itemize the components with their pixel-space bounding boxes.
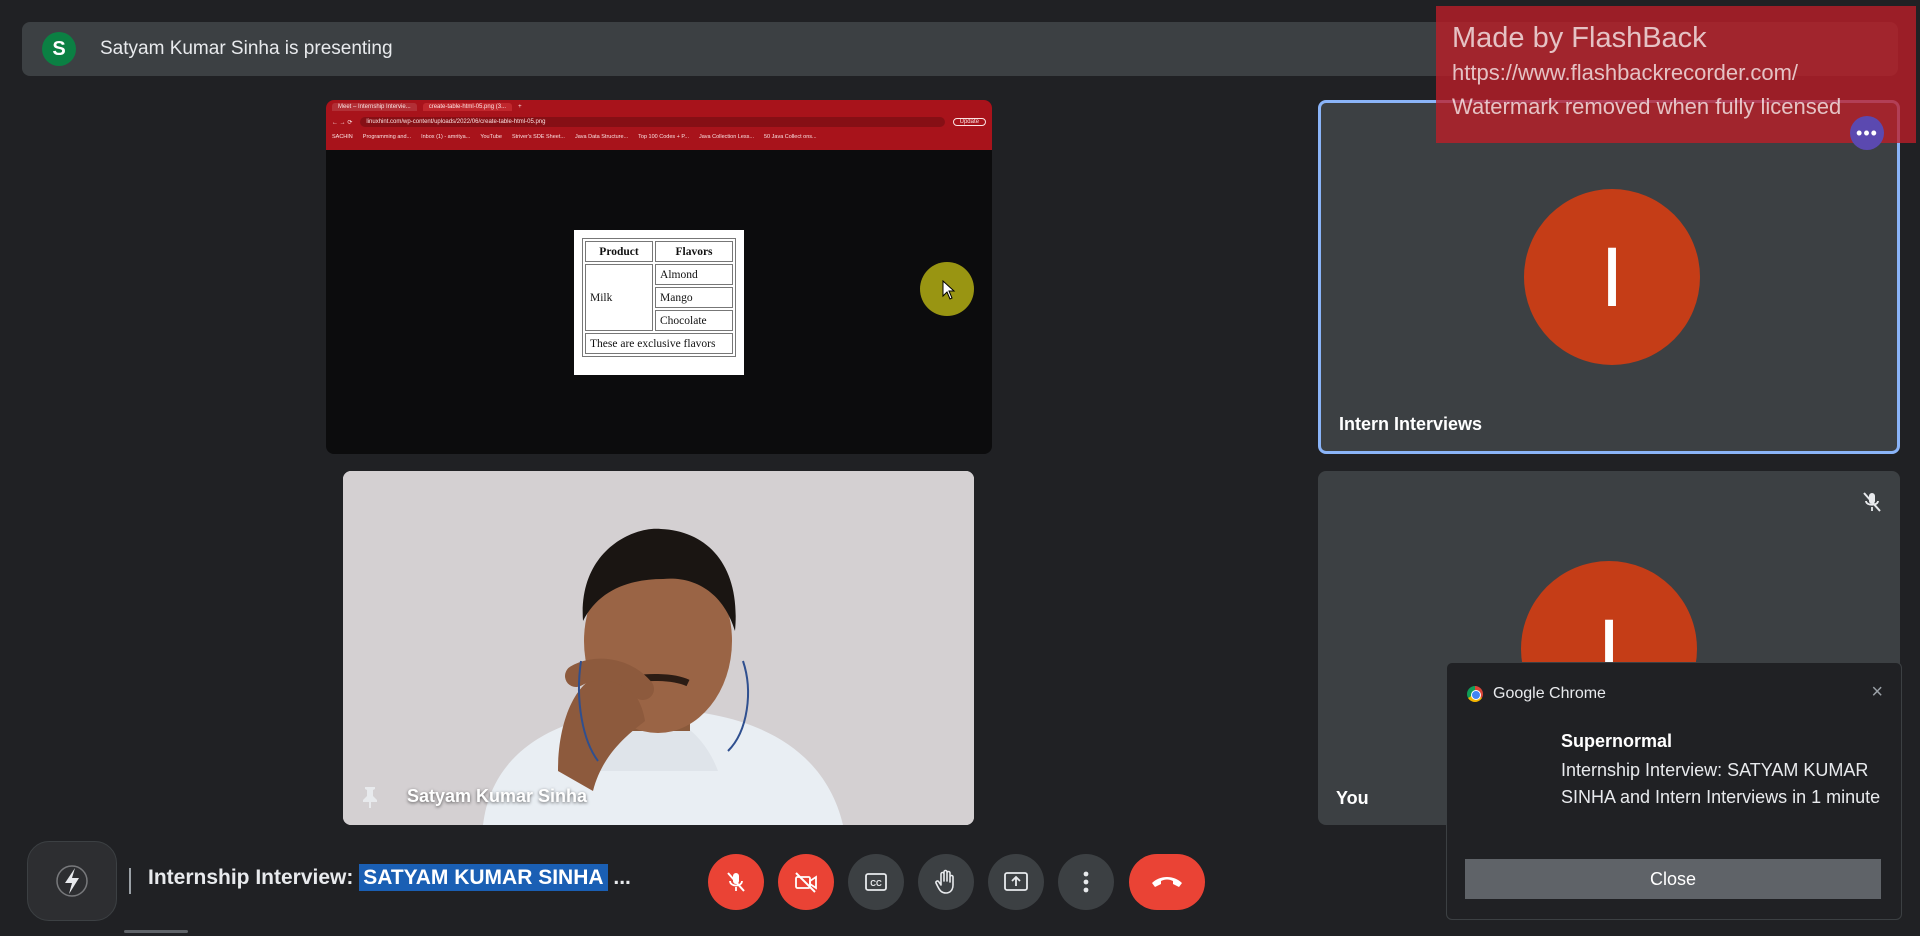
notification-close-button[interactable]: Close — [1465, 859, 1881, 899]
raise-hand-button[interactable] — [918, 854, 974, 910]
camera-toggle-button[interactable] — [778, 854, 834, 910]
notification-title: Supernormal — [1561, 731, 1673, 751]
shared-browser-chrome: Meet – Internship Intervie... create-tab… — [326, 100, 992, 150]
participant-tile-intern-interviews[interactable]: I Intern Interviews — [1318, 100, 1900, 454]
notification-body: Internship Interview: SATYAM KUMAR SINHA… — [1561, 760, 1881, 807]
phone-hangup-icon — [1152, 877, 1182, 887]
camera-off-icon — [795, 872, 817, 893]
shared-tab-2: create-table-html-05.png (3... — [422, 103, 513, 111]
participant-name: Intern Interviews — [1339, 414, 1483, 434]
table-header-product: Product — [585, 241, 654, 262]
present-screen-button[interactable] — [988, 854, 1044, 910]
table-cell-flavor: Almond — [655, 264, 733, 285]
tile-more-options-icon[interactable]: ••• — [1850, 116, 1884, 150]
shared-screen-tile[interactable]: Meet – Internship Intervie... create-tab… — [326, 100, 992, 454]
participant-name: You — [1336, 788, 1369, 808]
participant-name: Satyam Kumar Sinha — [407, 786, 588, 806]
presenting-text: Satyam Kumar Sinha is presenting — [100, 38, 393, 59]
shared-url: linuxhint.com/wp-content/uploads/2022/06… — [360, 117, 945, 127]
close-icon[interactable]: × — [1871, 681, 1883, 704]
participant-video-image — [343, 471, 974, 825]
svg-text:CC: CC — [870, 879, 882, 888]
captions-icon: CC — [865, 873, 887, 891]
shared-tab-1: Meet – Internship Intervie... — [332, 103, 417, 111]
participant-video-tile[interactable]: Satyam Kumar Sinha — [343, 471, 974, 825]
bottom-scroll-indicator — [124, 930, 188, 933]
bolt-icon — [56, 865, 88, 897]
shared-update-pill: Update — [952, 118, 986, 126]
table-footer-cell: These are exclusive flavors — [585, 333, 733, 354]
app-launcher-badge[interactable] — [27, 841, 117, 921]
more-options-button[interactable] — [1058, 854, 1114, 910]
mic-off-icon — [727, 872, 745, 892]
meet-window: S Satyam Kumar Sinha is presenting Meet … — [0, 0, 1920, 936]
meeting-title-highlight: SATYAM KUMAR SINHA — [359, 864, 608, 891]
shared-bookmarks: SACHIN Programming and... Inbox (1) - am… — [332, 134, 817, 140]
captions-button[interactable]: CC — [848, 854, 904, 910]
leave-call-button[interactable] — [1129, 854, 1205, 910]
table-cell-flavor: Chocolate — [655, 310, 733, 331]
html-table-image: Product Flavors Milk Almond Mango Chocol… — [574, 230, 744, 375]
participant-avatar: I — [1524, 189, 1700, 365]
table-cell-flavor: Mango — [655, 287, 733, 308]
presenter-avatar: S — [42, 32, 76, 66]
more-vert-icon — [1083, 871, 1089, 893]
table-header-flavors: Flavors — [655, 241, 733, 262]
mic-off-icon — [1863, 492, 1881, 512]
hand-icon — [935, 869, 954, 894]
meeting-title: Internship Interview: SATYAM KUMAR SINHA… — [148, 864, 631, 891]
bottom-divider — [129, 868, 131, 894]
notification-app-name: Google Chrome — [1493, 685, 1606, 702]
table-cell-product: Milk — [585, 264, 654, 331]
present-screen-icon — [1004, 872, 1028, 891]
recorder-watermark: Made by FlashBack https://www.flashbackr… — [1436, 6, 1916, 143]
mic-toggle-button[interactable] — [708, 854, 764, 910]
pin-icon[interactable] — [359, 785, 381, 809]
mouse-cursor-icon — [942, 280, 956, 300]
chrome-notification: Google Chrome × Supernormal Internship I… — [1446, 662, 1902, 920]
chrome-icon — [1467, 686, 1483, 702]
